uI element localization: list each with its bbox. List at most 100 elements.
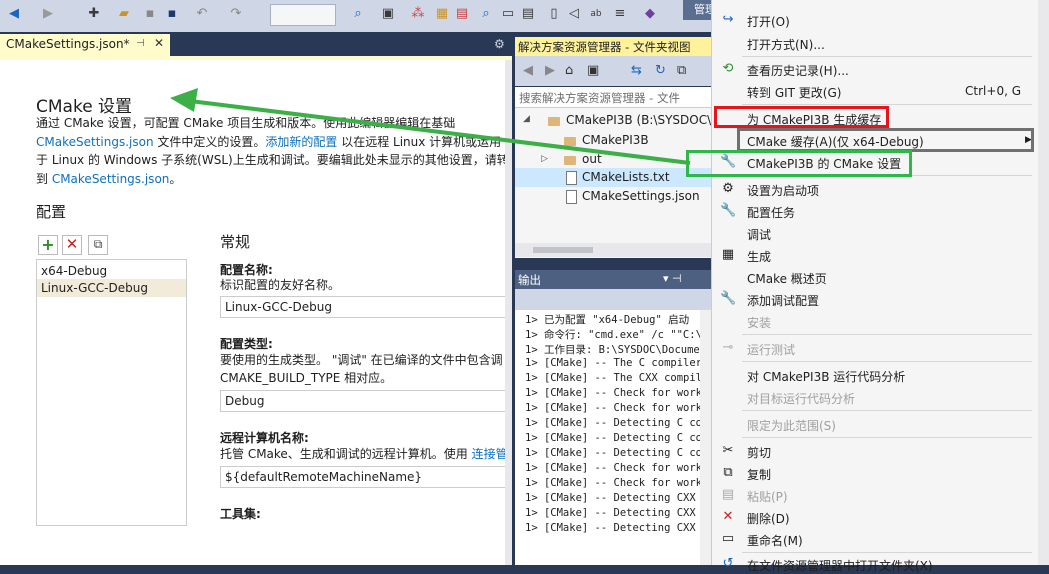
add-config-link[interactable]: 添加新的配置: [265, 135, 337, 149]
tree-item-cmakelists[interactable]: CMakeLists.txt: [582, 168, 670, 187]
remote-machine-title: 远程计算机名称:: [220, 431, 309, 445]
config-heading: 配置: [36, 203, 67, 221]
gear-icon[interactable]: ⚙: [494, 37, 505, 51]
output-title: 输出: [518, 273, 541, 287]
menu-separator: [742, 104, 1032, 105]
file-icon: [566, 171, 577, 185]
menu-run-analysis[interactable]: 对 CMakePI3B 运行代码分析: [747, 368, 905, 385]
tree-item-out[interactable]: out: [582, 150, 602, 169]
solution-explorer-search[interactable]: 搜索解决方案资源管理器 - 文件: [515, 87, 715, 108]
forward-icon[interactable]: ▶: [545, 63, 555, 78]
pin-icon[interactable]: ⊣: [136, 38, 145, 49]
remote-machine-field[interactable]: ${defaultRemoteMachineName}: [220, 466, 505, 488]
delete-config-button[interactable]: ✕: [62, 235, 82, 255]
intro-line-2-text2: 以在远程 Linux 计算机或运用: [337, 134, 502, 149]
config-dropdown[interactable]: [270, 4, 336, 26]
doc-scrollbar[interactable]: [505, 60, 512, 565]
menu-cmake-overview[interactable]: CMake 概述页: [747, 270, 827, 287]
menu-goto-git[interactable]: 转到 GIT 更改(G): [747, 84, 841, 101]
right-edge-panel: [1038, 0, 1049, 565]
refresh-icon[interactable]: ↻: [655, 63, 666, 78]
menu-separator: [742, 552, 1032, 553]
scroll-icon[interactable]: ▭: [500, 6, 516, 22]
save-icon[interactable]: ▪: [142, 6, 158, 22]
search-placeholder: 搜索解决方案资源管理器 - 文件: [519, 91, 680, 105]
menu-rename[interactable]: 重命名(M): [747, 532, 803, 549]
wrench-icon: 🔧: [720, 291, 737, 306]
menu-build[interactable]: 生成: [747, 248, 771, 265]
connection-manager-link[interactable]: 连接管: [472, 447, 505, 461]
menu-separator: [742, 437, 1032, 438]
screenshot-icon[interactable]: ▣: [380, 6, 396, 22]
menu-debug[interactable]: 调试: [747, 226, 771, 243]
menu-paste[interactable]: 粘贴(P): [747, 488, 788, 505]
menu-separator: [742, 334, 1032, 335]
config-name-field[interactable]: Linux-GCC-Debug: [220, 296, 505, 318]
output-pin-icon[interactable]: ▾ ⊣: [663, 272, 682, 285]
search-icon[interactable]: ⌕: [478, 6, 494, 22]
menu-open-with[interactable]: 打开方式(N)...: [747, 36, 825, 53]
rename-icon: ▭: [721, 531, 735, 546]
menu-open-in-explorer[interactable]: 在文件资源管理器中打开文件夹(X): [747, 557, 933, 574]
intro-line-1: 通过 CMake 设置，可配置 CMake 项目生成和版本。使用此编辑器编辑在基…: [36, 116, 456, 130]
sync-icon[interactable]: ⇆: [631, 63, 642, 78]
menu-install[interactable]: 安装: [747, 314, 771, 331]
collapse-all-icon[interactable]: ⧉: [677, 63, 686, 78]
menu-cut[interactable]: 剪切: [747, 444, 771, 461]
menu-analysis-target[interactable]: 对目标运行代码分析: [747, 390, 855, 407]
folder-icon: [564, 156, 576, 165]
save-all-icon[interactable]: ▪: [164, 6, 180, 22]
menu-limit-scope[interactable]: 限定为此范围(S): [747, 417, 836, 434]
context-menu: ↪ 打开(O) 打开方式(N)... ⟲ 查看历史记录(H)... 转到 GIT…: [711, 0, 1040, 573]
open-folder-icon[interactable]: ▰: [116, 6, 132, 22]
copy-config-button[interactable]: ⧉: [88, 235, 108, 255]
config-type-title: 配置类型:: [220, 337, 273, 351]
spell-icon[interactable]: ab: [588, 6, 604, 22]
file-icon: [566, 190, 577, 204]
output-body: 1> 已为配置 "x64-Debug" 启动 1> 命令行: "cmd.exe"…: [515, 310, 715, 565]
output-line: 1> [CMake] -- Check for worki: [525, 462, 709, 474]
menu-view-history[interactable]: 查看历史记录(H)...: [747, 62, 849, 79]
tools-icon[interactable]: ⁂: [410, 6, 426, 22]
back-icon[interactable]: ◀: [523, 63, 533, 78]
config-item-linux-gcc-debug[interactable]: Linux-GCC-Debug: [37, 279, 186, 297]
remote-machine-desc: 托管 CMake、生成和调试的远程计算机。使用 连接管: [220, 445, 505, 463]
image-icon[interactable]: ▦: [434, 6, 450, 22]
find-icon[interactable]: ⌕: [350, 6, 366, 22]
cmake-settings-json-link[interactable]: CMakeSettings.json: [52, 172, 170, 186]
intro-line-4: 到 CMakeSettings.json。: [36, 170, 505, 189]
forward-icon[interactable]: ▶: [40, 6, 56, 22]
tree-item-cmakesettings[interactable]: CMakeSettings.json: [582, 187, 700, 206]
menu-set-startup[interactable]: 设置为启动项: [747, 182, 819, 199]
vs-icon[interactable]: ◆: [642, 6, 658, 22]
format-icon[interactable]: ≡: [612, 6, 628, 22]
switch-views-icon[interactable]: ▣: [587, 63, 599, 78]
cmake-settings-link[interactable]: CMakeSettings.json: [36, 135, 154, 149]
close-icon[interactable]: ✕: [154, 36, 164, 50]
add-config-button[interactable]: +: [38, 235, 58, 255]
bookmark-icon[interactable]: ▯: [546, 6, 562, 22]
home-icon[interactable]: ⌂: [565, 63, 573, 78]
tree-hscroll-thumb[interactable]: [533, 247, 593, 253]
tab-cmake-settings[interactable]: CMakeSettings.json* ⊣ ✕: [0, 34, 170, 56]
bookmark-prev-icon[interactable]: ◁: [566, 6, 582, 22]
list-icon[interactable]: ▤: [520, 6, 536, 22]
redo-icon[interactable]: ↷: [228, 6, 244, 22]
menu-run-tests[interactable]: 运行测试: [747, 341, 795, 358]
tree-root[interactable]: CMakePI3B (B:\SYSDOC\D: [566, 111, 720, 130]
menu-delete[interactable]: 删除(D): [747, 510, 790, 527]
menu-open[interactable]: 打开(O): [747, 13, 790, 30]
undo-icon[interactable]: ↶: [194, 6, 210, 22]
config-type-select[interactable]: Debug: [220, 390, 505, 412]
config-item-x64-debug[interactable]: x64-Debug: [37, 262, 186, 280]
menu-copy[interactable]: 复制: [747, 466, 771, 483]
menu-config-tasks[interactable]: 配置任务: [747, 204, 795, 221]
new-item-icon[interactable]: ✚: [86, 6, 102, 22]
tree-item-cmakepi3b[interactable]: CMakePI3B: [582, 131, 649, 150]
package-icon[interactable]: ▤: [454, 6, 470, 22]
cmake-settings-editor: CMake 设置 通过 CMake 设置，可配置 CMake 项目生成和版本。使…: [0, 60, 505, 565]
menu-add-debug-config[interactable]: 添加调试配置: [747, 292, 819, 309]
paste-icon: ▤: [721, 487, 735, 502]
intro-text: 通过 CMake 设置，可配置 CMake 项目生成和版本。使用此编辑器编辑在基…: [36, 114, 505, 188]
back-icon[interactable]: ◀: [6, 6, 22, 22]
